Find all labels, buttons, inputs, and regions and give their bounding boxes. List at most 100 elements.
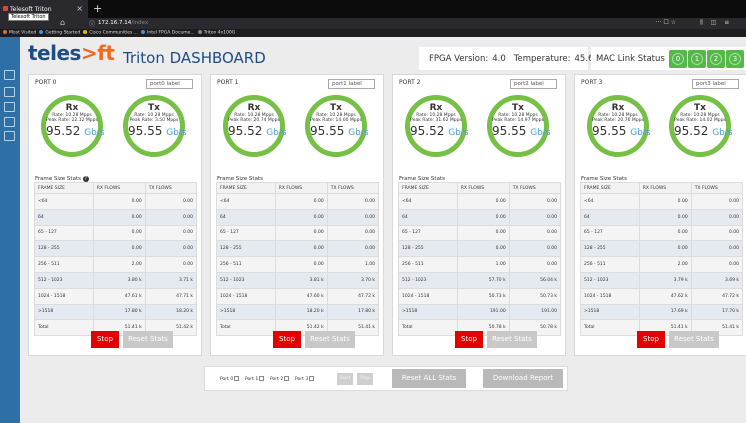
table-header: TX FLOWS <box>144 182 198 194</box>
table-cell: 50.73 k <box>508 287 562 305</box>
bookmark-icon <box>141 30 146 34</box>
stop-button[interactable]: Stop <box>273 331 301 348</box>
tx-gauge-title: Tx <box>694 103 706 113</box>
port-checkbox-1[interactable]: Port 1 <box>245 376 265 382</box>
port-panel-3: PORT 3 Rx Rate: 10.28 Mpps Peak Rate: 20… <box>574 74 746 356</box>
close-icon[interactable]: × <box>76 4 83 13</box>
table-cell: 3.81 k <box>274 271 328 289</box>
rx-gauge-title: Rx <box>429 103 443 113</box>
port-panel-1: PORT 1 Rx Rate: 10.28 Mpps Peak Rate: 20… <box>210 74 384 356</box>
rx-gauge-title: Rx <box>247 103 261 113</box>
table-header: FRAME SIZE <box>398 182 458 194</box>
download-report-button[interactable]: Download Report <box>483 369 563 388</box>
table-cell: 47.62 k <box>638 287 692 305</box>
table-cell: 47.61 k <box>92 287 146 305</box>
reset-stats-button[interactable]: Reset Stats <box>123 331 173 348</box>
fpga-info-box: FPGA Version: 4.0 Temperature: 45.6°C <box>419 47 604 70</box>
checkbox-box[interactable] <box>309 376 315 381</box>
table-cell: 256 - 511 <box>398 256 458 273</box>
port-label-input[interactable] <box>510 79 557 89</box>
rx-gauge: Rx Rate: 10.28 Mpps Peak Rate: 22.12 Mpp… <box>41 95 105 157</box>
table-cell: 50.73 k <box>456 287 510 305</box>
port-label-input[interactable] <box>692 79 739 89</box>
table-cell: 0.00 <box>508 224 562 242</box>
rx-gauge: Rx Rate: 10.28 Mpps Peak Rate: 20.74 Mpp… <box>223 95 287 157</box>
port-label-input[interactable] <box>146 79 193 89</box>
tx-gauge: Tx Rate: 10.28 Mpps Peak Rate: 3.50 Mpps… <box>123 95 187 157</box>
bookmark-item[interactable]: Most Visited <box>3 30 36 36</box>
port-label-input[interactable] <box>328 79 375 89</box>
table-cell: 3.69 k <box>690 271 744 289</box>
table-row: >1518 191.00 191.00 <box>398 303 562 321</box>
stop-button[interactable]: Stop <box>455 331 483 348</box>
window-icon[interactable] <box>4 102 15 112</box>
stop-button[interactable]: Stop <box>637 331 665 348</box>
bottom-controls: Start Stop Reset ALL Stats Download Repo… <box>204 366 568 391</box>
table-row: 512 - 1023 3.79 k 3.69 k <box>580 271 744 289</box>
table-cell: 0.00 <box>144 208 198 226</box>
table-cell: 0.00 <box>508 208 562 226</box>
table-row: 65 - 127 0.00 0.00 <box>580 224 744 242</box>
table-row: 65 - 127 0.00 0.00 <box>398 224 562 242</box>
reset-stats-button[interactable]: Reset Stats <box>669 331 719 348</box>
table-row: >1518 18.20 k 17.80 k <box>216 303 380 321</box>
table-cell: 0.00 <box>326 224 380 242</box>
table-header: TX FLOWS <box>690 182 744 194</box>
table-cell: >1518 <box>216 303 276 321</box>
reset-stats-button[interactable]: Reset Stats <box>305 331 355 348</box>
table-cell: 65 - 127 <box>216 224 276 242</box>
port-checkbox-0[interactable]: Port 0 <box>220 376 240 382</box>
home-icon[interactable]: ⌂ <box>60 18 65 27</box>
start-button[interactable]: Start <box>337 373 353 385</box>
table-cell: 0.00 <box>92 208 146 226</box>
checkbox-box[interactable] <box>284 376 290 381</box>
table-cell: 0.00 <box>326 240 380 258</box>
checkbox-box[interactable] <box>234 376 240 381</box>
new-tab-button[interactable]: + <box>93 2 102 15</box>
temperature-label: Temperature: <box>513 54 571 64</box>
page-actions-icons[interactable]: ··· ☐ ☆ <box>656 19 676 26</box>
table-header: TX FLOWS <box>508 182 562 194</box>
toolbar-icons[interactable]: ⫼ ◫ ≡ <box>700 19 732 27</box>
frame-size-table: FRAME SIZE RX FLOWS TX FLOWS <64 0.00 0.00 64 0… <box>398 182 562 337</box>
rx-peak-rate: Peak Rate: 22.12 Mpps <box>46 118 98 123</box>
table-cell: Total <box>398 319 458 337</box>
stop-button[interactable]: Stop <box>91 331 119 348</box>
table-cell: >1518 <box>34 303 94 321</box>
reset-stats-button[interactable]: Reset Stats <box>487 331 537 348</box>
table-cell: Total <box>34 319 94 337</box>
rx-gauge: Rx Rate: 10.28 Mpps Peak Rate: 20.76 Mpp… <box>587 95 651 157</box>
bookmark-item[interactable]: Getting Started <box>39 30 80 36</box>
stop-selected-button[interactable]: Stop <box>357 373 373 385</box>
port-checkbox-2[interactable]: Port 2 <box>270 376 290 382</box>
table-row: 1024 - 1518 47.62 k 47.72 k <box>580 287 744 305</box>
table-cell: 2.00 <box>638 256 692 273</box>
fpga-version-value: 4.0 <box>492 54 506 64</box>
table-cell: 1024 - 1518 <box>580 287 640 305</box>
checkbox-box[interactable] <box>259 376 265 381</box>
list-icon[interactable] <box>4 131 15 141</box>
bookmark-item[interactable]: Cisco Communities ... <box>83 30 138 36</box>
table-row: 512 - 1023 3.80 k 3.71 k <box>34 271 198 289</box>
port-checkbox-3[interactable]: Port 3 <box>295 376 315 382</box>
bookmark-item[interactable]: Triton 4x100G <box>197 30 235 36</box>
table-cell: 17.80 k <box>326 303 380 321</box>
info-icon[interactable]: ⓘ <box>89 19 95 28</box>
reset-all-stats-button[interactable]: Reset ALL Stats <box>392 369 466 388</box>
address-bar[interactable]: ⓘ 172.16.7.14/index ··· ☐ ☆ <box>70 19 676 28</box>
grid-icon[interactable] <box>4 117 15 127</box>
home-icon[interactable] <box>4 70 15 80</box>
mac-link-status: MAC Link Status 0123 <box>591 47 746 70</box>
table-row: >1518 17.80 k 18.20 k <box>34 303 198 321</box>
bookmark-item[interactable]: Intel FPGA Docume... <box>141 30 195 36</box>
bookmarks-bar: Most Visited Getting Started Cisco Communi… <box>0 29 746 37</box>
table-row: 256 - 511 2.00 0.00 <box>580 256 744 273</box>
table-row: 128 - 255 0.00 0.00 <box>216 240 380 258</box>
table-cell: 128 - 255 <box>34 240 94 258</box>
table-cell: 64 <box>398 208 458 226</box>
table-row: <64 0.00 0.00 <box>398 193 562 210</box>
table-cell: 2.00 <box>92 256 146 273</box>
chart-icon[interactable] <box>4 87 15 97</box>
table-cell: <64 <box>580 193 640 210</box>
table-cell: 1024 - 1518 <box>216 287 276 305</box>
